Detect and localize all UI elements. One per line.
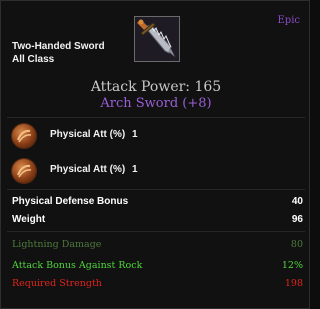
bonus-value: 198 (284, 278, 303, 289)
bonus-label: Lightning Damage (12, 239, 102, 250)
stat-value: 40 (291, 196, 303, 207)
gem-slot: Physical Att (%) 1 (12, 124, 302, 148)
item-type: Two-Handed Sword (12, 41, 105, 52)
sword-icon (134, 16, 180, 62)
item-class: All Class (12, 54, 55, 65)
stat-label: Weight (12, 214, 46, 225)
gem-label: Physical Att (%) (50, 129, 126, 140)
gem-value: 1 (132, 129, 138, 140)
attack-power: Attack Power: 165 (90, 79, 222, 95)
gem-icon (12, 159, 36, 183)
rarity-label: Epic (277, 15, 301, 26)
gem-slot: Physical Att (%) 1 (12, 159, 302, 183)
stat-value: 96 (291, 214, 303, 225)
stat-label: Physical Defense Bonus (12, 196, 129, 207)
divider (7, 189, 305, 190)
divider (7, 117, 305, 118)
gem-icon (12, 124, 36, 148)
gem-label: Physical Att (%) (50, 164, 126, 175)
bonus-value: 12% (281, 260, 303, 271)
bonus-label: Attack Bonus Against Rock (12, 260, 143, 271)
gem-value: 1 (132, 164, 138, 175)
item-tooltip: Epic Two-Handed Sword All Class Attack P… (0, 0, 310, 309)
divider (7, 231, 305, 232)
item-name: Arch Sword (+8) (100, 96, 212, 111)
bonus-value: 80 (290, 239, 303, 250)
bonus-label: Required Strength (12, 278, 102, 289)
